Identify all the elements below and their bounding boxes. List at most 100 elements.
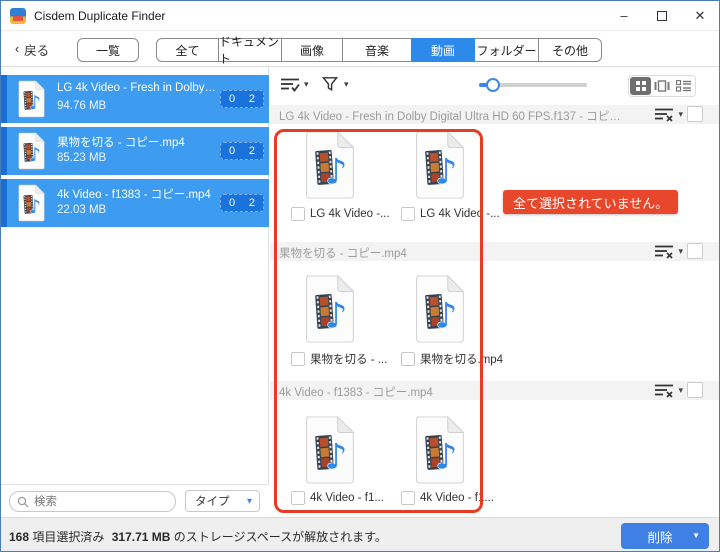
svg-text:♪: ♪	[435, 437, 457, 477]
video-file-icon[interactable]: ♪	[409, 274, 469, 344]
tab-label: 全て	[175, 42, 199, 59]
tab-music[interactable]: 音楽	[342, 38, 412, 62]
release-label: のストレージスペースが解放されます。	[174, 530, 387, 544]
tab-folders[interactable]: フォルダー	[474, 38, 539, 62]
filter-menu-button[interactable]: ▾	[322, 76, 349, 92]
group-size: 94.76 MB	[57, 100, 106, 112]
duplicates-panel: ▾ ▾	[270, 67, 720, 517]
search-icon	[17, 496, 29, 508]
file-card-label: LG 4k Video -...	[401, 207, 507, 221]
slider-thumb[interactable]	[486, 78, 500, 92]
video-file-icon: ♪	[15, 132, 47, 170]
tab-label: フォルダー	[476, 42, 536, 59]
type-filter-dropdown[interactable]: タイプ ▾	[185, 490, 260, 512]
list-view-button[interactable]: 一覧	[77, 38, 139, 62]
group-checkbox[interactable]	[687, 243, 703, 259]
chevron-down-icon: ▾	[344, 79, 349, 90]
svg-text:♪: ♪	[29, 144, 41, 166]
sidebar-group-item[interactable]: ♪ LG 4k Video - Fresh in Dolby Digit... …	[1, 75, 269, 123]
video-file-icon: ♪	[15, 184, 47, 222]
file-name: 果物を切る.mp4	[420, 351, 503, 367]
file-checkbox[interactable]	[291, 207, 305, 221]
title-bar: Cisdem Duplicate Finder – ✕	[1, 1, 719, 31]
file-checkbox[interactable]	[401, 352, 415, 366]
tab-label: 画像	[300, 42, 324, 59]
tab-images[interactable]: 画像	[281, 38, 343, 62]
video-file-icon[interactable]: ♪	[299, 415, 359, 485]
group-title: 果物を切る - コピー.mp4	[279, 245, 629, 261]
deselect-list-icon[interactable]	[654, 383, 674, 398]
tab-all[interactable]: 全て	[156, 38, 219, 62]
file-checkbox[interactable]	[291, 491, 305, 505]
thumbnail-size-slider[interactable]	[479, 83, 587, 87]
back-button[interactable]: ‹ 戻る	[15, 40, 49, 58]
delete-button[interactable]: 削除 ▼	[621, 523, 709, 549]
minimize-button[interactable]: –	[605, 1, 643, 30]
sidebar-group-item[interactable]: ♪ 果物を切る - コピー.mp4 85.23 MB 0 2	[1, 127, 269, 175]
panel-controls: ▾ ▾	[270, 67, 720, 103]
video-file-icon[interactable]: ♪	[409, 415, 469, 485]
file-name: 4k Video - f1...	[310, 492, 384, 504]
tab-label: 動画	[431, 42, 455, 59]
group-header: 4k Video - f1383 - コピー.mp4 ▾	[270, 381, 720, 400]
chevron-down-icon: ▾	[304, 79, 309, 90]
file-card-label: LG 4k Video -...	[291, 207, 397, 221]
deselect-list-icon[interactable]	[654, 107, 674, 122]
group-header-actions: ▾	[654, 106, 703, 122]
preview-view-button[interactable]	[651, 77, 672, 95]
chevron-down-icon: ▾	[678, 246, 683, 257]
file-name: 果物を切る - ...	[310, 351, 387, 367]
category-tabs: 全て ドキュメント 画像 音楽 動画 フォルダー その他	[156, 38, 602, 62]
tab-label: 音楽	[365, 42, 389, 59]
sort-menu-button[interactable]: ▾	[280, 77, 309, 92]
maximize-icon	[657, 11, 667, 21]
group-checkbox[interactable]	[687, 382, 703, 398]
count-badge: 0 2	[220, 90, 264, 108]
video-file-icon[interactable]: ♪	[299, 274, 359, 344]
file-name: LG 4k Video -...	[420, 208, 500, 220]
funnel-icon	[322, 76, 338, 92]
tab-others[interactable]: その他	[538, 38, 602, 62]
tab-label: その他	[552, 42, 588, 59]
freed-size: 317.71 MB	[112, 530, 171, 544]
delete-dropdown-icon[interactable]: ▼	[692, 531, 700, 540]
file-checkbox[interactable]	[401, 491, 415, 505]
selected-count: 0	[229, 145, 235, 157]
list-view-toggle-button[interactable]	[673, 77, 694, 95]
file-card-label: 4k Video - f1...	[291, 491, 397, 505]
sidebar-group-item[interactable]: ♪ 4k Video - f1383 - コピー.mp4 22.03 MB 0 …	[1, 179, 269, 227]
group-name: 果物を切る - コピー.mp4	[57, 134, 217, 150]
status-bar: 168 項目選択済み 317.71 MB のストレージスペースが解放されます。 …	[1, 517, 719, 552]
selection-tooltip: 全て選択されていません。	[503, 190, 678, 214]
chevron-down-icon: ▾	[678, 109, 683, 120]
selected-count: 0	[229, 93, 235, 105]
group-title: LG 4k Video - Fresh in Dolby Digital Ult…	[279, 108, 629, 124]
delete-label: 削除	[647, 527, 672, 546]
search-input[interactable]	[34, 493, 169, 510]
selection-strip	[1, 127, 7, 175]
back-chevron-icon: ‹	[15, 42, 19, 56]
video-file-icon[interactable]: ♪	[409, 130, 469, 200]
selection-strip	[1, 179, 7, 227]
tab-label: ドキュメント	[219, 33, 281, 67]
maximize-button[interactable]	[643, 1, 681, 30]
view-mode-toggle	[628, 75, 696, 97]
chevron-down-icon: ▾	[678, 385, 683, 396]
tab-videos[interactable]: 動画	[411, 38, 475, 62]
total-count: 2	[249, 145, 255, 157]
file-name: LG 4k Video -...	[310, 208, 390, 220]
status-text: 168 項目選択済み 317.71 MB のストレージスペースが解放されます。	[9, 528, 391, 545]
group-checkbox[interactable]	[687, 106, 703, 122]
video-file-icon: ♪	[15, 80, 47, 118]
tab-documents[interactable]: ドキュメント	[218, 38, 282, 62]
svg-text:♪: ♪	[325, 296, 347, 336]
close-button[interactable]: ✕	[681, 1, 719, 30]
deselect-list-icon[interactable]	[654, 244, 674, 259]
video-file-icon[interactable]: ♪	[299, 130, 359, 200]
grid-view-button[interactable]	[630, 77, 651, 95]
file-checkbox[interactable]	[291, 352, 305, 366]
toolbar: ‹ 戻る 一覧 全て ドキュメント 画像 音楽 動画 フォルダー その他	[1, 31, 719, 67]
group-header: LG 4k Video - Fresh in Dolby Digital Ult…	[270, 105, 720, 124]
group-size: 85.23 MB	[57, 152, 106, 164]
file-checkbox[interactable]	[401, 207, 415, 221]
